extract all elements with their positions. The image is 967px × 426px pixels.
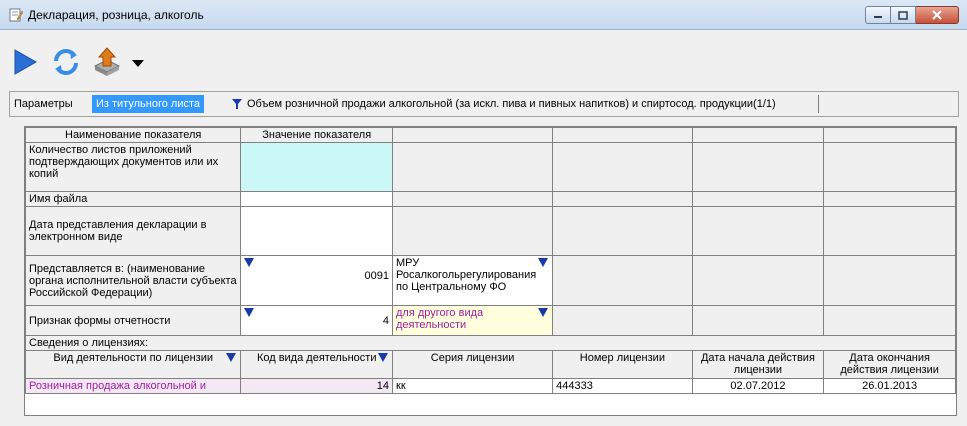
header-activity-code-label: Код вида деятельности — [256, 352, 377, 364]
empty-cell — [691, 142, 825, 192]
export-icon — [93, 47, 121, 76]
toolbar — [9, 44, 179, 84]
app-window: Декларация, розница, алкоголь Параметры … — [0, 0, 967, 426]
license-activity[interactable]: Розничная продажа алкогольной и — [24, 378, 242, 394]
empty-cell — [552, 206, 693, 256]
dropdown-marker-icon — [244, 258, 255, 267]
dropdown-marker-icon[interactable] — [538, 258, 549, 267]
empty-cell — [823, 127, 956, 143]
tab-retail-volume[interactable]: Объем розничной продажи алкогольной (за … — [247, 95, 776, 113]
minimize-button[interactable] — [865, 6, 891, 24]
submitted-to-code: 0091 — [364, 270, 389, 282]
dropdown-marker-icon[interactable] — [226, 353, 237, 362]
notepad-pencil-icon — [9, 8, 23, 22]
empty-cell — [391, 127, 554, 143]
form-sign-name-field[interactable]: для другого вида деятельности — [391, 305, 554, 336]
empty-cell — [391, 191, 554, 207]
filter-icon[interactable] — [232, 99, 242, 110]
header-indicator-value: Значение показателя — [240, 127, 393, 143]
submission-date-label: Дата представления декларации в электрон… — [24, 206, 242, 256]
minimize-icon — [874, 16, 882, 18]
license-header-row: Вид деятельности по лицензии Код вида де… — [24, 350, 956, 379]
empty-cell — [823, 305, 956, 336]
window-title: Декларация, розница, алкоголь — [28, 8, 204, 22]
header-end-date: Дата окончания действия лицензии — [823, 350, 956, 379]
header-activity-code: Код вида деятельности — [240, 350, 393, 379]
form-sign-code: 4 — [382, 315, 389, 327]
indicator-table: Наименование показателя Значение показат… — [24, 127, 956, 394]
dropdown-marker-icon[interactable] — [538, 308, 549, 317]
maximize-button[interactable] — [891, 6, 916, 24]
tab-bar: Параметры Из титульного листа Объем розн… — [9, 91, 959, 117]
table-row: Количество листов приложений подтверждаю… — [24, 142, 956, 192]
empty-cell — [823, 255, 956, 306]
export-button[interactable] — [89, 44, 125, 80]
empty-cell — [552, 127, 693, 143]
header-row: Наименование показателя Значение показат… — [24, 127, 956, 143]
license-number[interactable]: 444333 — [552, 378, 693, 394]
tab-from-title-sheet[interactable]: Из титульного листа — [92, 95, 204, 113]
close-button[interactable] — [916, 6, 959, 24]
tab-parameters[interactable]: Параметры — [14, 95, 73, 113]
license-section-title: Сведения о лицензиях: — [25, 335, 956, 351]
refresh-button[interactable] — [49, 44, 83, 80]
form-sign-name: для другого вида деятельности — [396, 307, 484, 331]
submission-date-input[interactable] — [240, 206, 393, 256]
refresh-icon — [54, 49, 78, 75]
empty-cell — [552, 191, 693, 207]
file-name-label: Имя файла — [24, 191, 242, 207]
maximize-icon — [898, 10, 908, 20]
license-section-row: Сведения о лицензиях: — [25, 335, 956, 351]
license-start-date[interactable]: 02.07.2012 — [691, 378, 825, 394]
empty-cell — [691, 305, 825, 336]
submitted-to-name: МРУ Росалкогольрегулирования по Централь… — [396, 257, 537, 293]
table-row: Дата представления декларации в электрон… — [24, 206, 956, 256]
sheets-count-input[interactable] — [240, 142, 393, 192]
title-bar: Декларация, розница, алкоголь — [0, 0, 967, 30]
header-series: Серия лицензии — [391, 350, 554, 379]
empty-cell — [691, 191, 825, 207]
empty-cell — [552, 142, 693, 192]
run-button[interactable] — [9, 44, 41, 80]
dropdown-arrow-icon — [132, 60, 144, 67]
submitted-to-name-field[interactable]: МРУ Росалкогольрегулирования по Централь… — [391, 255, 554, 306]
license-row: Розничная продажа алкогольной и 14 кк 44… — [24, 378, 956, 394]
empty-cell — [691, 127, 825, 143]
table-row: Признак формы отчетности 4 для другого в… — [24, 305, 956, 336]
license-series[interactable]: кк — [391, 378, 554, 394]
header-number: Номер лицензии — [552, 350, 693, 379]
empty-cell — [691, 206, 825, 256]
indicator-grid: Наименование показателя Значение показат… — [24, 126, 957, 416]
sheets-count-label: Количество листов приложений подтверждаю… — [24, 142, 242, 192]
dropdown-marker-icon[interactable] — [378, 353, 388, 362]
empty-cell — [552, 255, 693, 306]
table-row: Представляется в: (наименование органа и… — [24, 255, 956, 306]
empty-cell — [391, 206, 554, 256]
form-sign-code-field[interactable]: 4 — [240, 305, 393, 336]
empty-cell — [391, 142, 554, 192]
empty-cell — [823, 142, 956, 192]
empty-cell — [823, 206, 956, 256]
submitted-to-label: Представляется в: (наименование органа и… — [24, 255, 242, 306]
tab-separator — [818, 95, 819, 113]
file-name-input[interactable] — [240, 191, 393, 207]
dropdown-marker-icon — [244, 308, 255, 317]
window-controls — [865, 6, 959, 24]
play-icon — [14, 49, 38, 75]
header-indicator-name: Наименование показателя — [24, 127, 242, 143]
header-start-date: Дата начала действия лицензии — [691, 350, 825, 379]
toolbar-menu-button[interactable] — [127, 44, 149, 80]
license-end-date[interactable]: 26.01.2013 — [823, 378, 956, 394]
empty-cell — [552, 305, 693, 336]
table-row: Имя файла — [24, 191, 956, 207]
header-activity-label: Вид деятельности по лицензии — [53, 352, 213, 364]
empty-cell — [691, 255, 825, 306]
submitted-to-code-field[interactable]: 0091 — [240, 255, 393, 306]
empty-cell — [823, 191, 956, 207]
form-sign-label: Признак формы отчетности — [24, 305, 242, 336]
header-activity: Вид деятельности по лицензии — [24, 350, 242, 379]
close-icon — [932, 10, 942, 20]
license-activity-code[interactable]: 14 — [240, 378, 393, 394]
